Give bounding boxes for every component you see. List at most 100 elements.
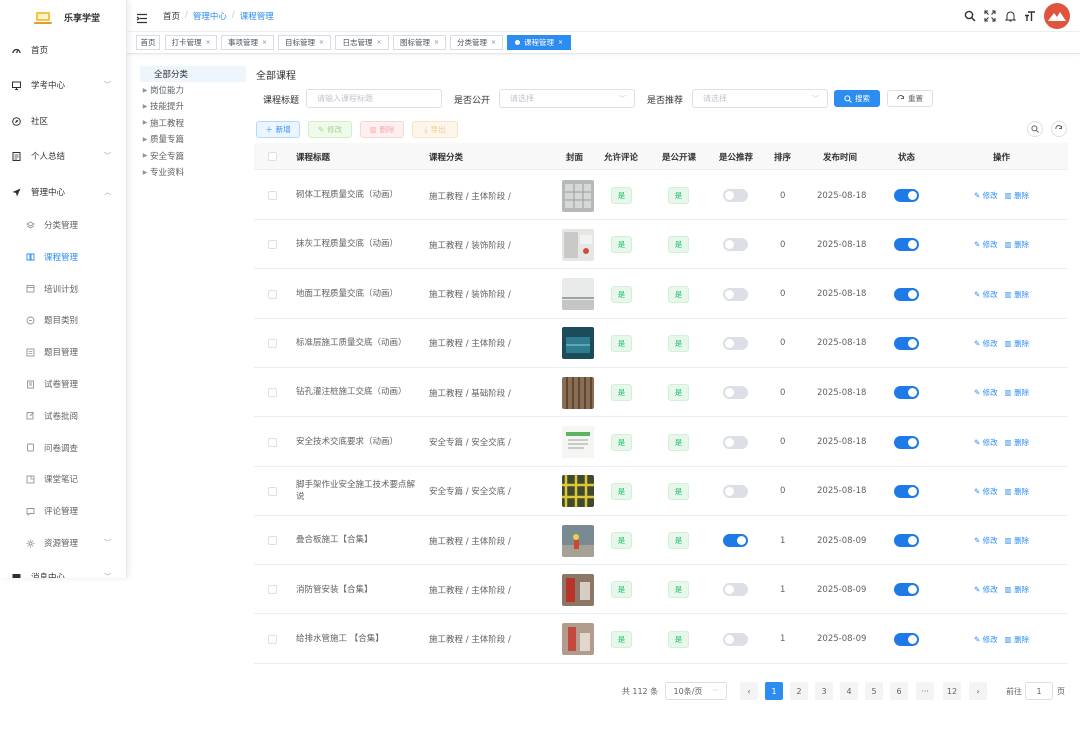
sidebar-subitem[interactable]: 培训计划 [0,278,126,300]
sidebar-item[interactable]: 消息中心 ﹀ [0,566,126,578]
tag-3[interactable]: 事项管理 × [221,35,274,50]
page-number[interactable]: 12 [943,682,961,700]
recommend-switch[interactable] [723,418,748,467]
status-switch[interactable] [894,418,919,467]
course-cover[interactable] [562,516,594,565]
tree-node-all[interactable]: 全部分类 [140,66,246,82]
tree-node[interactable]: ▶ 质量专篇 [140,133,184,145]
table-row[interactable]: 抹灰工程质量交底（动画） 施工教程 / 装饰阶段 / 是 是 0 2025-08… [254,220,1068,270]
sidebar-item[interactable]: 个人总结 ﹀ [0,145,126,167]
next-page-icon[interactable]: › [969,682,987,700]
recommend-switch[interactable] [723,615,748,664]
row-checkbox[interactable] [268,615,277,664]
public-filter-select[interactable]: 请选择 ﹀ [499,89,635,108]
row-checkbox[interactable] [268,418,277,467]
table-row[interactable]: 给排水管施工 【合集】 施工教程 / 主体阶段 / 是 是 1 2025-08-… [254,615,1068,664]
row-delete-button[interactable]: ▥ 删除 [1005,387,1029,398]
export-button[interactable]: ⤓ 导出 [412,121,458,138]
status-switch[interactable] [894,565,919,614]
row-delete-button[interactable]: ▥ 删除 [1005,239,1029,250]
table-row[interactable]: 地面工程质量交底（动画） 施工教程 / 装饰阶段 / 是 是 0 2025-08… [254,270,1068,319]
sidebar-item[interactable]: 管理中心 ︿ [0,181,126,203]
sidebar-item[interactable]: 学考中心 ﹀ [0,74,126,96]
close-icon[interactable]: × [376,39,381,46]
recommend-switch[interactable] [723,467,748,516]
tag-5[interactable]: 日志管理 × [335,35,389,50]
toggle-search-icon[interactable] [1027,121,1043,137]
breadcrumb-home[interactable]: 首页 [163,10,180,22]
recommend-switch[interactable] [723,171,748,220]
sidebar-subitem[interactable]: 题目类别 [0,309,126,331]
goto-page-input[interactable]: 1 [1025,682,1053,700]
course-cover[interactable] [562,220,594,269]
course-cover[interactable] [562,171,594,220]
fullscreen-icon[interactable] [984,10,996,22]
tree-node[interactable]: ▶ 安全专篇 [140,150,184,162]
row-edit-button[interactable]: ✎ 修改 [974,387,998,398]
tag-2[interactable]: 打卡管理 × [165,35,217,50]
course-cover[interactable] [562,319,594,368]
close-icon[interactable]: × [491,39,496,46]
tree-node[interactable]: ▶ 技能提升 [140,100,184,112]
sidebar-subitem[interactable]: 题目管理 [0,341,126,363]
sidebar-subitem[interactable]: 课堂笔记 [0,468,126,490]
row-edit-button[interactable]: ✎ 修改 [974,437,998,448]
edit-button[interactable]: ✎ 修改 [308,121,352,138]
table-row[interactable]: 脚手架作业安全施工技术要点解说 安全专篇 / 安全交底 / 是 是 0 2025… [254,467,1068,516]
prev-page-icon[interactable]: ‹ [740,682,758,700]
course-cover[interactable] [562,615,594,664]
status-switch[interactable] [894,171,919,220]
recommend-switch[interactable] [723,270,748,319]
table-row[interactable]: 安全技术交底要求（动画） 安全专篇 / 安全交底 / 是 是 0 2025-08… [254,418,1068,467]
close-icon[interactable]: × [319,39,324,46]
recommend-switch[interactable] [723,516,748,565]
row-delete-button[interactable]: ▥ 删除 [1005,634,1029,645]
sidebar-subitem[interactable]: 资源管理 ﹀ [0,532,126,554]
recommend-switch[interactable] [723,220,748,269]
close-icon[interactable]: × [205,39,210,46]
status-switch[interactable] [894,615,919,664]
close-icon[interactable]: × [434,39,439,46]
title-filter-input[interactable]: 请输入课程标题 [306,89,442,108]
sidebar-subitem[interactable]: 试卷管理 [0,373,126,395]
row-delete-button[interactable]: ▥ 删除 [1005,584,1029,595]
page-number[interactable]: 2 [790,682,808,700]
tree-node[interactable]: ▶ 施工教程 [140,117,184,129]
row-checkbox[interactable] [268,319,277,368]
row-edit-button[interactable]: ✎ 修改 [974,289,998,300]
row-edit-button[interactable]: ✎ 修改 [974,338,998,349]
row-delete-button[interactable]: ▥ 删除 [1005,437,1029,448]
sidebar-subitem[interactable]: 评论管理 [0,500,126,522]
course-cover[interactable] [562,565,594,614]
recommend-switch[interactable] [723,368,748,417]
close-icon[interactable]: × [262,39,267,46]
select-all-checkbox[interactable] [268,143,277,170]
avatar[interactable] [1044,3,1070,29]
table-row[interactable]: 叠合板施工【合集】 施工教程 / 主体阶段 / 是 是 1 2025-08-09… [254,516,1068,566]
delete-button[interactable]: ▥ 删除 [360,121,404,138]
table-row[interactable]: 钻孔灌注桩施工交底（动画） 施工教程 / 基础阶段 / 是 是 0 2025-0… [254,368,1068,418]
sidebar-subitem[interactable]: 分类管理 [0,214,126,236]
breadcrumb-management[interactable]: 管理中心 [193,10,227,22]
tag-6[interactable]: 图标管理 × [393,35,446,50]
bell-icon[interactable] [1004,10,1016,22]
page-number[interactable]: 1 [765,682,783,700]
search-icon[interactable] [964,10,976,22]
status-switch[interactable] [894,220,919,269]
status-switch[interactable] [894,270,919,319]
tag-4[interactable]: 目标管理 × [278,35,331,50]
page-number[interactable]: ··· [916,682,934,700]
page-number[interactable]: 5 [865,682,883,700]
row-checkbox[interactable] [268,171,277,220]
font-size-icon[interactable] [1024,10,1036,22]
sidebar-item[interactable]: 首页 [0,39,126,61]
row-delete-button[interactable]: ▥ 删除 [1005,190,1029,201]
row-edit-button[interactable]: ✎ 修改 [974,239,998,250]
row-edit-button[interactable]: ✎ 修改 [974,535,998,546]
course-cover[interactable] [562,270,594,319]
row-delete-button[interactable]: ▥ 删除 [1005,535,1029,546]
tree-node[interactable]: ▶ 专业资料 [140,166,184,178]
search-button[interactable]: 搜索 [834,90,880,107]
row-edit-button[interactable]: ✎ 修改 [974,634,998,645]
refresh-icon[interactable] [1051,121,1067,137]
